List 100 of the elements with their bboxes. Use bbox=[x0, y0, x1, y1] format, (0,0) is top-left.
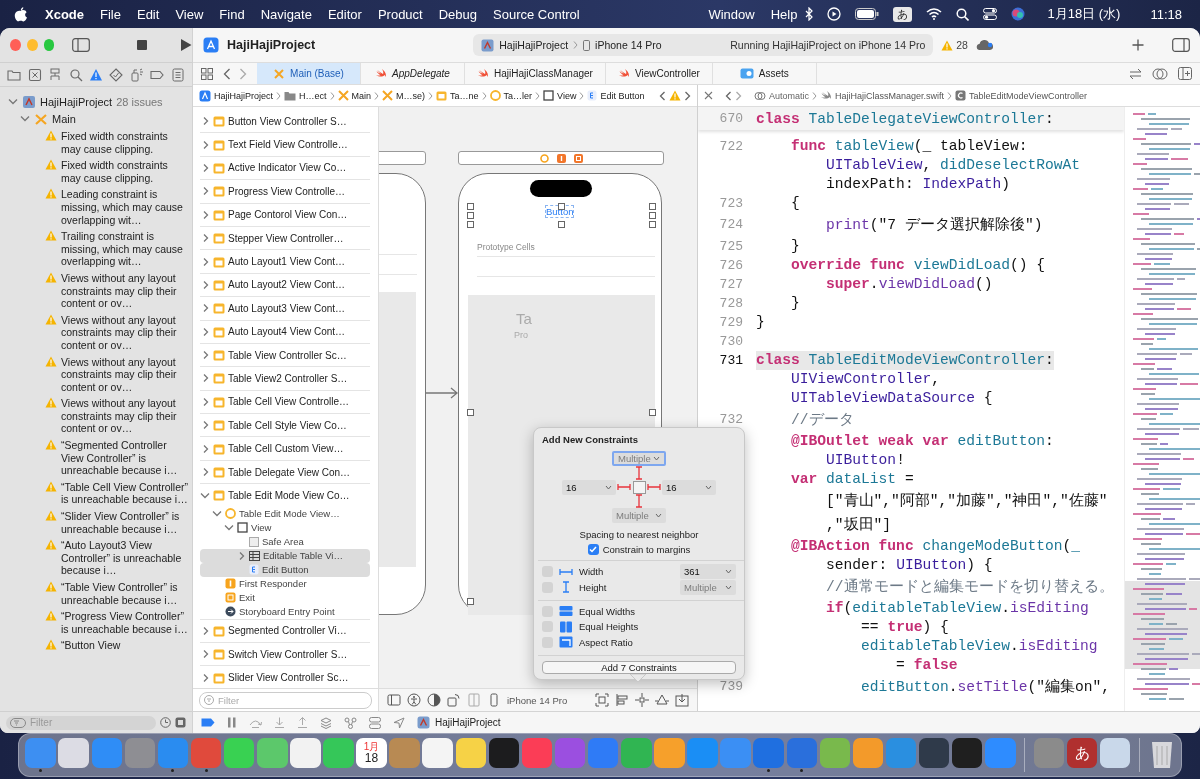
menu-item[interactable]: Navigate bbox=[252, 6, 320, 22]
spacing-field[interactable]: 16 bbox=[562, 479, 616, 495]
code-line: UITableViewDataSource { bbox=[790, 389, 993, 408]
editor-tab[interactable]: Main (Base) bbox=[257, 63, 361, 84]
jump-bar-item[interactable]: Main bbox=[351, 90, 372, 101]
menu-item[interactable]: Xcode bbox=[37, 6, 92, 22]
issue-message[interactable]: “Button View bbox=[61, 639, 189, 652]
input-mode-indicator[interactable]: あ bbox=[893, 6, 913, 22]
warning-count[interactable]: 28 bbox=[956, 39, 968, 51]
outline-item[interactable]: Auto Layout3 View Cont… bbox=[200, 297, 370, 320]
jump-bar-item[interactable]: Ta…ne bbox=[450, 90, 479, 101]
outline-item[interactable]: Table Delegate View Con… bbox=[200, 460, 370, 484]
project-name[interactable]: HajiHajiProject bbox=[40, 95, 113, 108]
activity-bar[interactable]: HajiHajiProject iPhone 14 Pro Running HajiHajiProject on iPhone 14 Pro bbox=[473, 34, 934, 56]
editor-tab[interactable]: Assets bbox=[712, 63, 817, 84]
code-line: if(editableTableView.isEditing bbox=[825, 599, 1089, 618]
scheme-name[interactable]: HajiHajiProject bbox=[499, 39, 569, 51]
outline-item[interactable]: Switch View Controller S… bbox=[200, 643, 370, 666]
menu-item[interactable]: Product bbox=[369, 6, 431, 22]
menu-item[interactable]: Help bbox=[762, 6, 806, 22]
code-line: print("7 データ選択解除後") bbox=[825, 216, 1043, 235]
jump-bar-item[interactable]: View bbox=[557, 90, 577, 101]
jump-bar-item[interactable]: H…ect bbox=[299, 90, 327, 101]
menu-item[interactable]: Debug bbox=[430, 6, 486, 22]
outline-item[interactable]: Table Cell Custom View… bbox=[200, 437, 370, 460]
menu-item[interactable]: Find bbox=[211, 6, 253, 22]
outline-item[interactable]: View bbox=[200, 520, 370, 535]
line-number: 731 bbox=[718, 352, 744, 370]
app-icon[interactable]: あ bbox=[1066, 737, 1098, 769]
line-number: 729 bbox=[718, 314, 744, 332]
editor-tab[interactable]: ViewController bbox=[605, 63, 713, 84]
outline-item[interactable]: Table View2 Controller S… bbox=[200, 367, 370, 390]
jump-bar-item[interactable]: HajiHajiClassManager.swift bbox=[835, 90, 945, 101]
outline-item[interactable]: Table Cell View Controlle… bbox=[200, 390, 370, 414]
issue-message[interactable]: “Segmented Controller View Controller” is unreachable because i… bbox=[61, 439, 189, 477]
outline-item[interactable]: Exit bbox=[200, 590, 370, 605]
menu-item[interactable]: Editor bbox=[319, 6, 370, 22]
outline-item[interactable]: Storyboard Entry Point bbox=[200, 604, 370, 619]
issue-message[interactable]: “Auto Layout3 View Controller” is unreachable because i… bbox=[61, 539, 189, 577]
menu-item[interactable]: Source Control bbox=[485, 6, 588, 22]
outline-item[interactable]: Table View Controller Sc… bbox=[200, 343, 370, 367]
outline-item[interactable]: Text Field View Controlle… bbox=[200, 133, 370, 156]
debug-target[interactable]: HajiHajiProject bbox=[435, 717, 501, 728]
add-constraints-button[interactable]: Add 7 Constraints bbox=[542, 661, 736, 674]
menu-item[interactable]: View bbox=[167, 6, 212, 22]
jump-bar-item[interactable]: M…se) bbox=[396, 90, 426, 101]
menubar-time[interactable]: 11:18 bbox=[1142, 6, 1190, 22]
file-name[interactable]: Main bbox=[52, 112, 76, 125]
button-label[interactable]: Button bbox=[546, 206, 574, 217]
menu-item[interactable]: Edit bbox=[128, 6, 168, 22]
outline-item[interactable]: Auto Layout2 View Cont… bbox=[200, 273, 370, 297]
jump-bar-item[interactable]: HajiHajiProject bbox=[214, 90, 274, 101]
outline-item[interactable]: Auto Layout1 View Cont… bbox=[200, 250, 370, 273]
menubar-date[interactable]: 1月18日 (水) bbox=[1039, 5, 1129, 23]
issue-message[interactable]: “Table Cell View Controller” is unreachable because i… bbox=[61, 480, 189, 507]
issue-message[interactable]: “Slider View Controller” is unreachable because i… bbox=[61, 510, 189, 536]
issue-message[interactable]: Views without any layout constraints may clip their content or ov… bbox=[61, 355, 189, 394]
issue-message[interactable]: Fixed width constraints may cause clipping. bbox=[61, 130, 189, 156]
issue-message[interactable]: “Table View Controller” is unreachable because i… bbox=[61, 581, 189, 607]
jump-bar-item[interactable]: Ta…ler bbox=[503, 90, 533, 101]
run-destination[interactable]: iPhone 14 Pro bbox=[595, 39, 662, 51]
issue-message[interactable]: Fixed width constraints may cause clipping. bbox=[61, 159, 189, 185]
outline-item[interactable]: Segmented Controller Vi… bbox=[200, 619, 370, 643]
outline-item[interactable]: Active Indicator View Co… bbox=[200, 156, 370, 180]
jump-bar-item[interactable]: Edit Button bbox=[600, 90, 645, 101]
issue-message[interactable]: Views without any layout constraints may clip their content or ov… bbox=[61, 397, 189, 436]
outline-item[interactable]: Slider View Controller Sc… bbox=[200, 666, 370, 688]
calendar-app-icon[interactable]: 1月 18 bbox=[356, 737, 387, 769]
jump-bar-item[interactable]: TableEditModeViewController bbox=[969, 90, 1087, 101]
section-header: Prototype Cells bbox=[477, 242, 535, 252]
outline-item[interactable]: Progress View Controlle… bbox=[200, 180, 370, 203]
menu-item[interactable]: File bbox=[92, 6, 129, 22]
code-line: indexPath: IndexPath) bbox=[825, 175, 1010, 194]
spacing-field[interactable]: 16 bbox=[662, 479, 716, 495]
line-number: 730 bbox=[718, 333, 744, 351]
issue-message[interactable]: “Progress View Controller” is unreachable because i… bbox=[61, 610, 189, 636]
outline-item[interactable]: Editable Table Vi… bbox=[200, 548, 370, 563]
outline-item[interactable]: Table Cell Style View Co… bbox=[200, 414, 370, 437]
device-name[interactable]: iPhone 14 Pro bbox=[507, 694, 568, 706]
outline-item[interactable]: Stepper View Controller… bbox=[200, 226, 370, 250]
menu-item[interactable]: Window bbox=[700, 6, 763, 22]
jump-bar-item[interactable]: Automatic bbox=[769, 90, 810, 101]
code-line: UITableView, didDeselectRowAt bbox=[825, 156, 1081, 175]
outline-item[interactable]: Safe Area bbox=[200, 534, 370, 549]
outline-item[interactable]: Button View Controller S… bbox=[200, 110, 370, 133]
issue-message[interactable]: Views without any layout constraints may clip their content or ov… bbox=[61, 313, 189, 352]
outline-item[interactable]: Table Edit Mode View… bbox=[200, 506, 370, 521]
outline-item[interactable]: Auto Layout4 View Cont… bbox=[200, 320, 370, 343]
issue-message[interactable]: Trailing constraint is missing, which may cause overlapping wit… bbox=[61, 230, 189, 268]
editor-tab[interactable]: HajiHajiClassManager bbox=[465, 63, 606, 84]
outline-item[interactable]: First Responder bbox=[200, 576, 370, 591]
code-line: } bbox=[790, 237, 800, 256]
value-field[interactable]: 361 bbox=[680, 564, 736, 580]
issue-message[interactable]: Views without any layout constraints may clip their content or ov… bbox=[61, 271, 189, 310]
outline-item[interactable]: Page Contorol View Con… bbox=[200, 203, 370, 226]
outline-item[interactable]: Table Edit Mode View Co… bbox=[200, 484, 370, 507]
code-line: UIViewController, bbox=[790, 370, 940, 389]
editor-tab[interactable]: AppDelegate bbox=[361, 63, 465, 84]
code-line: func tableView(_ tableView: bbox=[790, 137, 1028, 156]
issue-message[interactable]: Leading constraint is missing, which may cause overlapping wit… bbox=[61, 188, 189, 227]
